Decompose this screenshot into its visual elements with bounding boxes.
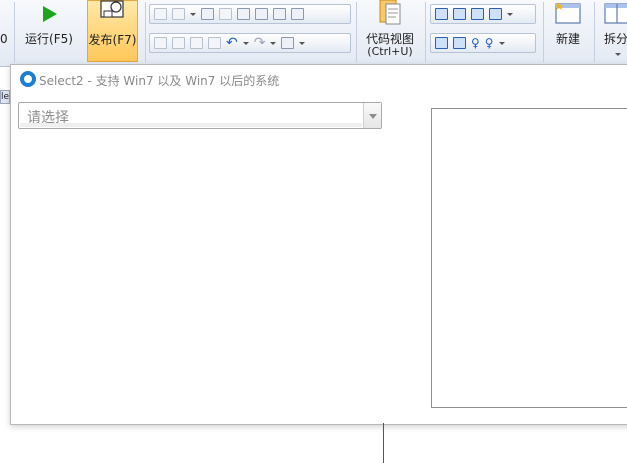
chevron-down-icon[interactable] xyxy=(299,41,306,45)
select2-dialog: Select2 - 支持 Win7 以及 Win7 以后的系统 请选择 xyxy=(10,64,627,425)
redo-icon[interactable]: ↷ xyxy=(254,36,266,50)
align-left-icon[interactable] xyxy=(237,8,250,20)
select-inner-bar xyxy=(20,123,362,127)
window-bottom-icon[interactable] xyxy=(435,37,448,49)
find-binoculars-icon[interactable] xyxy=(281,37,295,49)
history-toolbar-group: ↶ ↷ xyxy=(149,33,351,53)
list-numbered-icon[interactable] xyxy=(291,8,304,20)
copy-icon[interactable] xyxy=(172,8,185,20)
code-view-icon xyxy=(379,0,401,25)
background-tab[interactable]: lec xyxy=(0,90,10,104)
publish-button[interactable]: 发布(F7) xyxy=(87,0,138,62)
run-label: 运行(F5) xyxy=(25,32,73,46)
pin-icon[interactable]: ♀ xyxy=(471,37,480,49)
ribbon-toolbar: 0 运行(F5) 发布(F7) ↶ ↷ 代码视图 (Ctrl+U) ♀ ♀ 新建… xyxy=(0,0,627,67)
list-icon[interactable] xyxy=(273,8,286,20)
app-logo-icon xyxy=(20,71,36,87)
window-frame-icon[interactable] xyxy=(471,8,484,20)
window-tiles-icon[interactable] xyxy=(453,8,466,20)
align-right-icon[interactable] xyxy=(255,8,268,20)
ribbon-separator xyxy=(594,2,595,62)
window-settings-icon[interactable] xyxy=(435,8,448,20)
comment-add-icon[interactable] xyxy=(172,37,185,49)
new-label: 新建 xyxy=(555,32,580,46)
comment-reply-icon[interactable] xyxy=(190,37,203,49)
ribbon-separator xyxy=(356,2,357,62)
preview-panel xyxy=(431,108,627,408)
comment-remove-icon[interactable] xyxy=(208,37,221,49)
code-view-button[interactable]: 代码视图 (Ctrl+U) xyxy=(360,0,420,62)
chevron-down-icon[interactable] xyxy=(242,41,249,45)
grid-icon[interactable] xyxy=(453,37,466,49)
new-window-icon xyxy=(555,2,581,24)
edit-toolbar-group xyxy=(149,4,351,24)
split-label: 拆分 xyxy=(604,32,627,46)
new-button[interactable]: 新建 xyxy=(548,0,588,62)
run-button[interactable]: 运行(F5) xyxy=(22,0,76,62)
layout-toolbar-group xyxy=(430,4,536,24)
chevron-down-icon[interactable] xyxy=(615,53,621,56)
chevron-down-icon[interactable] xyxy=(507,12,513,16)
ribbon-separator xyxy=(14,2,15,62)
publish-icon xyxy=(100,0,124,18)
background-tab-label: lec xyxy=(1,92,10,102)
chevron-down-icon[interactable] xyxy=(363,103,381,128)
view-toolbar-group: ♀ ♀ xyxy=(430,33,536,53)
split-button[interactable]: 拆分 xyxy=(598,0,627,62)
publish-label: 发布(F7) xyxy=(88,33,137,47)
pin-alt-icon[interactable]: ♀ xyxy=(485,37,494,49)
cut-off-button-label[interactable]: 0 xyxy=(0,32,8,46)
tree-view-icon[interactable] xyxy=(489,8,502,20)
paste-icon[interactable] xyxy=(201,8,214,20)
chevron-down-icon[interactable] xyxy=(270,41,277,45)
chevron-down-icon[interactable] xyxy=(498,41,505,45)
play-icon xyxy=(43,6,57,22)
code-view-shortcut: (Ctrl+U) xyxy=(367,45,413,58)
dialog-title: Select2 - 支持 Win7 以及 Win7 以后的系统 xyxy=(39,74,280,88)
split-icon xyxy=(604,3,627,24)
ribbon-separator xyxy=(145,2,146,62)
ribbon-separator xyxy=(425,2,426,62)
cut-icon[interactable] xyxy=(154,8,167,20)
ribbon-separator xyxy=(543,2,544,62)
paste-special-icon[interactable] xyxy=(219,8,232,20)
splitter-line[interactable] xyxy=(383,423,384,463)
chevron-down-icon[interactable] xyxy=(190,12,196,16)
select2-dropdown[interactable]: 请选择 xyxy=(18,102,382,129)
undo-icon[interactable]: ↶ xyxy=(226,36,238,50)
comment-icon[interactable] xyxy=(154,37,167,49)
